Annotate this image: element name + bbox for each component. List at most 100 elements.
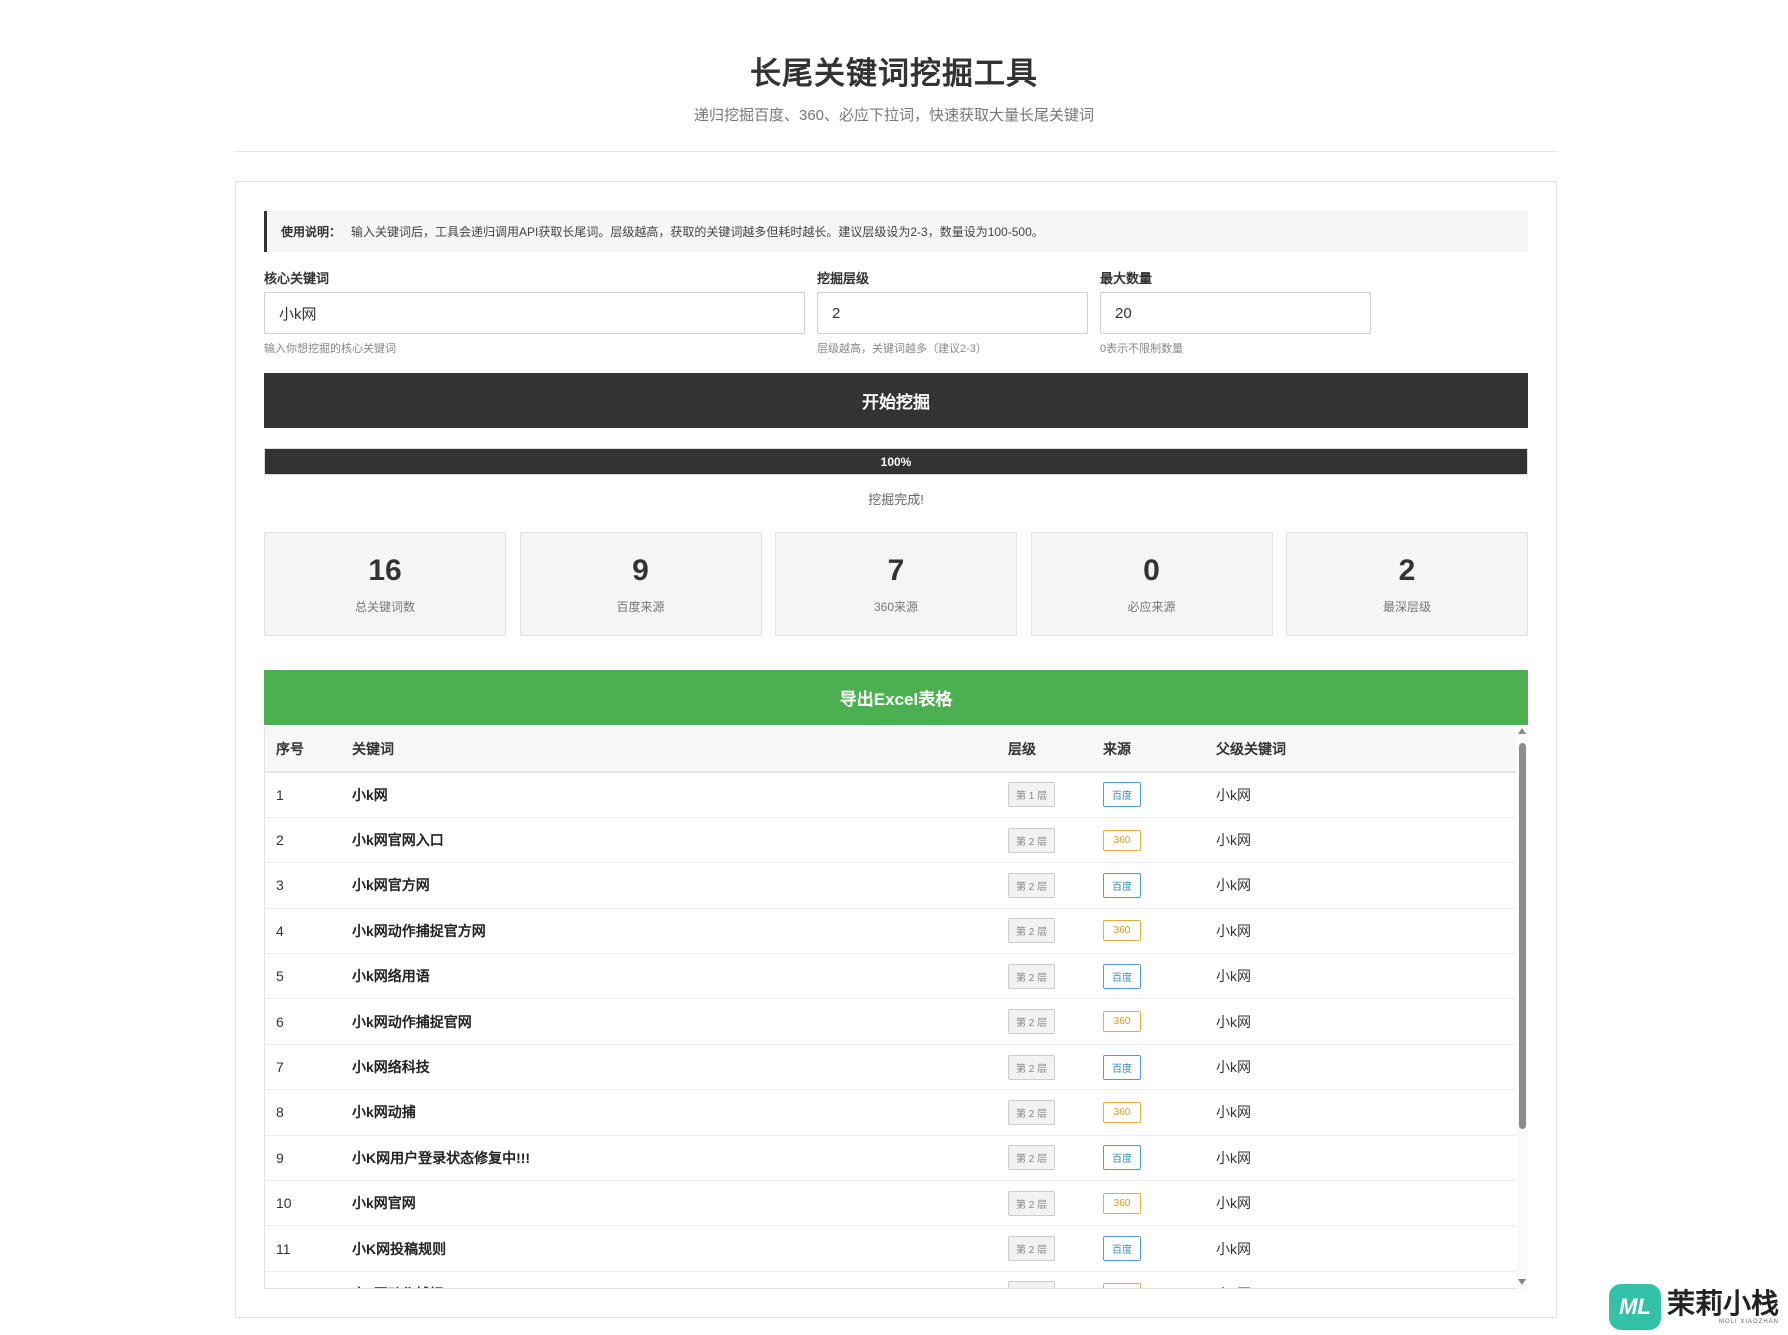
row-parent: 小k网 [1216,1104,1251,1121]
table-row[interactable]: 11 小K网投稿规则 第 2 层 百度 小k网 [265,1226,1516,1272]
keyword-label: 核心关键词 [264,271,330,286]
row-source-cell: 360 [1092,908,1205,953]
watermark-subtext: MOLI XIAOZHAN [1719,1319,1780,1325]
col-header-index[interactable]: 序号 [265,727,341,772]
results-table-container[interactable]: 序号 关键词 层级 来源 父级关键词 1 小k网第 1 层百度 小k网 2 小k网官网入… [264,727,1528,1289]
table-body: 1 小k网第 1 层百度 小k网 2 小k网官网入口第 2 层 360 小k网 3 小k网官方网… [265,772,1516,1288]
table-scrollbar[interactable] [1517,727,1528,1289]
stats-row: 16 总关键词数 9 百度来源 7 360来源 0 必应来源 2 最深层级 [264,532,1528,636]
scroll-thumb[interactable] [1519,743,1526,1129]
table-row[interactable]: 8 小k网动捕 第 2 层 360 小k网 [265,1090,1516,1136]
col-header-level[interactable]: 层级 [997,727,1092,772]
table-row[interactable]: 4 小k网动作捕捉官方网 第 2 层 360 小k网 [265,908,1516,954]
row-source-cell: 360 [1092,999,1205,1044]
source-badge: 360 [1103,1011,1141,1033]
export-excel-button[interactable]: 导出Excel表格 [264,670,1528,725]
row-source-cell: 360 [1092,817,1205,862]
watermark-text: 茉莉小栈 [1667,1288,1780,1319]
row-parent: 小k网 [1216,1013,1251,1030]
row-index: 2 [276,832,284,849]
source-badge: 百度 [1103,1054,1141,1080]
stat-value: 9 [632,553,649,587]
row-index: 12 [265,1271,341,1288]
level-badge: 第 2 层 [1008,872,1056,898]
row-source-cell: 360 [1092,1090,1205,1135]
row-keyword: 小k网动捕 [352,1104,416,1121]
row-source-cell: 360 [1092,1181,1205,1226]
level-badge: 第 2 层 [1008,827,1056,853]
stat-label: 360来源 [873,599,919,614]
row-keyword: 小k网动作捕捉官方网 [352,922,486,939]
table-row[interactable]: 3 小k网官方网 第 2 层 百度 小k网 [265,863,1516,909]
stat-max-depth: 2 最深层级 [1286,532,1528,636]
page-subtitle: 递归挖掘百度、360、必应下拉词，快速获取大量长尾关键词 [693,107,1095,124]
row-keyword: 小K网投稿规则 [352,1240,447,1257]
row-index: 1 [276,786,284,803]
col-header-source[interactable]: 来源 [1092,727,1205,772]
table-row[interactable]: 7 小k网络科技 第 2 层 百度 小k网 [265,1044,1516,1090]
source-badge: 百度 [1103,963,1141,989]
progress-percent: 100% [880,454,912,469]
row-index: 8 [276,1104,284,1121]
level-badge: 第 2 层 [1008,1099,1056,1125]
row-level-cell: 第 2 层 [997,817,1092,862]
row-level-cell: 第 2 层 [997,1044,1092,1089]
row-level-cell: 第 2 层 [997,1181,1092,1226]
row-level-cell: 第 2 层 [997,908,1092,953]
row-level-cell: 第 2 层 [997,1090,1092,1135]
row-level-cell: 第 1 层 [997,772,1092,817]
col-header-parent[interactable]: 父级关键词 [1205,727,1516,772]
row-parent: 小k网 [1216,786,1251,803]
row-parent: 小k网 [1216,1195,1251,1212]
stat-bing: 0 必应来源 [1030,532,1273,636]
keyword-hint: 输入你想挖掘的核心关键词 [264,343,396,355]
table-row[interactable]: 1 小k网 第 1 层 百度 小k网 [265,772,1516,818]
scroll-up-arrow-icon[interactable] [1518,728,1526,734]
scroll-down-arrow-icon[interactable] [1518,1279,1526,1285]
page-title: 长尾关键词挖掘工具 [750,56,1038,91]
row-parent: 小k网 [1216,877,1251,894]
table-row[interactable]: 12小k网动作捕捉第 2 层 360 小k网 [265,1271,1516,1288]
source-badge: 360 [1103,1283,1141,1288]
row-source-cell: 百度 [1092,1226,1205,1271]
source-badge: 360 [1103,920,1141,942]
notice-label: 使用说明： [281,225,342,239]
row-index: 6 [276,1013,284,1030]
row-keyword: 小k网官方网 [352,877,430,894]
source-badge: 360 [1103,1101,1141,1123]
table-row[interactable]: 5 小k网络用语 第 2 层 百度 小k网 [265,954,1516,999]
table-row[interactable]: 6 小k网动作捕捉官网 第 2 层 360 小k网 [265,999,1516,1045]
row-parent: 小k网 [1216,1149,1251,1166]
stat-value: 0 [1143,553,1160,587]
table-row[interactable]: 9 小K网用户登录状态修复中!!! 第 2 层 百度 小k网 [265,1135,1516,1181]
level-badge: 第 2 层 [1008,1054,1056,1080]
col-header-keyword[interactable]: 关键词 [341,727,997,772]
keyword-input[interactable]: 小k网 [264,292,805,334]
start-mining-button[interactable]: 开始挖掘 [264,373,1528,428]
row-parent: 小k网 [1216,1059,1251,1076]
row-keyword: 小k网络用语 [352,968,430,985]
max-input[interactable]: 20 [1100,292,1371,334]
stat-label: 最深层级 [1382,599,1431,614]
table-row[interactable]: 2 小k网官网入口 第 2 层 360 小k网 [265,817,1516,863]
row-level-cell: 第 2 层 [997,1226,1092,1271]
watermark: ML 茉莉小栈 MOLI XIAOZHAN [1609,1284,1779,1330]
table-row[interactable]: 10 小k网官网 第 2 层 360 小k网 [265,1181,1516,1226]
source-badge: 360 [1103,1192,1141,1214]
stat-label: 百度来源 [616,599,665,614]
depth-label: 挖掘层级 [817,271,870,286]
row-level-cell: 第 2 层 [997,863,1092,908]
depth-input[interactable]: 2 [817,292,1088,334]
level-badge: 第 2 层 [1008,1009,1056,1035]
level-badge: 第 2 层 [1008,918,1056,944]
row-parent: 小k网 [1216,968,1251,985]
row-keyword: 小k网 [352,786,388,803]
table-header-row: 序号 关键词 层级 来源 父级关键词 [265,727,1516,772]
keyword-field-group: 核心关键词 小k网 输入你想挖掘的核心关键词 [264,268,805,356]
notice-text: 输入关键词后，工具会递归调用API获取长尾词。层级越高，获取的关键词越多但耗时越… [351,225,1044,239]
depth-field-group: 挖掘层级 2 层级越高，关键词越多（建议2-3） [817,268,1088,356]
stat-baidu: 9 百度来源 [519,532,762,636]
row-keyword: 小K网用户登录状态修复中!!! [352,1149,531,1166]
level-badge: 第 2 层 [1008,963,1056,989]
row-parent: 小k网 [1216,1240,1251,1257]
